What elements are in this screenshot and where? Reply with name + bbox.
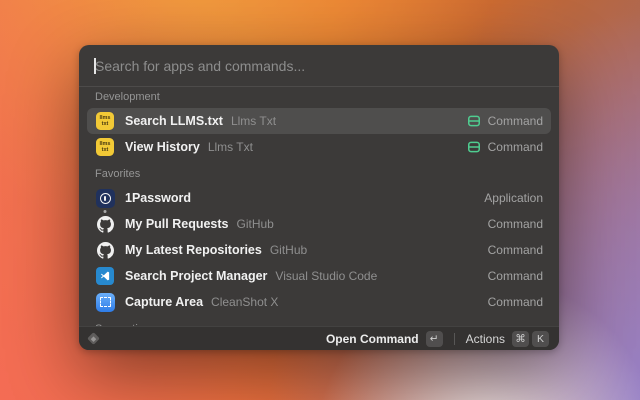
raycast-logo-icon [87,332,100,345]
command-icon [467,140,481,154]
llms-txt-icon: llmstxt [95,112,115,130]
section-header-favorites: Favorites [87,166,551,185]
list-item-capture-area[interactable]: Capture Area CleanShot X Command [87,289,551,315]
action-bar: Open Command ↵ Actions ⌘ K [79,326,559,350]
running-indicator-dot [104,210,107,213]
item-title: 1Password [125,191,191,205]
item-type-label: Command [488,295,543,309]
vscode-icon [95,267,115,285]
item-subtitle: CleanShot X [211,295,278,309]
item-title: My Latest Repositories [125,243,262,257]
item-title: Search LLMS.txt [125,114,223,128]
item-type-label: Command [488,140,543,154]
1password-icon [95,189,115,208]
list-item-my-latest-repositories[interactable]: My Latest Repositories GitHub Command [87,237,551,263]
list-item-view-history[interactable]: llmstxt View History Llms Txt Command [87,134,551,160]
list-item-search-project-manager[interactable]: Search Project Manager Visual Studio Cod… [87,263,551,289]
item-title: My Pull Requests [125,217,229,231]
llms-txt-icon: llmstxt [95,138,115,156]
item-type-label: Command [488,243,543,257]
item-subtitle: Visual Studio Code [275,269,377,283]
github-icon [95,242,115,259]
cleanshot-icon [95,293,115,312]
item-title: View History [125,140,200,154]
list-item-search-llms[interactable]: llmstxt Search LLMS.txt Llms Txt Command [87,108,551,134]
item-type-label: Application [484,191,543,205]
k-key-badge: K [532,331,549,347]
text-caret [94,58,96,74]
section-header-development: Development [87,89,551,108]
item-subtitle: GitHub [270,243,307,257]
item-title: Capture Area [125,295,203,309]
open-command-button[interactable]: Open Command [326,332,419,346]
search-bar [79,45,559,87]
search-input[interactable] [95,58,543,74]
item-subtitle: Llms Txt [208,140,253,154]
actions-button[interactable]: Actions [466,332,505,346]
item-subtitle: GitHub [237,217,274,231]
list-item-1password[interactable]: 1Password Application [87,185,551,211]
github-icon [95,216,115,233]
item-subtitle: Llms Txt [231,114,276,128]
list-item-my-pull-requests[interactable]: My Pull Requests GitHub Command [87,211,551,237]
item-type-label: Command [488,114,543,128]
item-type-label: Command [488,217,543,231]
raycast-launcher-window: Development llmstxt Search LLMS.txt Llms… [79,45,559,350]
footer-divider [454,333,455,345]
return-key-badge: ↵ [426,331,443,347]
item-type-label: Command [488,269,543,283]
item-title: Search Project Manager [125,269,267,283]
desktop-wallpaper: Development llmstxt Search LLMS.txt Llms… [0,0,640,400]
command-icon [467,114,481,128]
cmd-key-badge: ⌘ [512,331,529,347]
results-list: Development llmstxt Search LLMS.txt Llms… [79,87,559,350]
